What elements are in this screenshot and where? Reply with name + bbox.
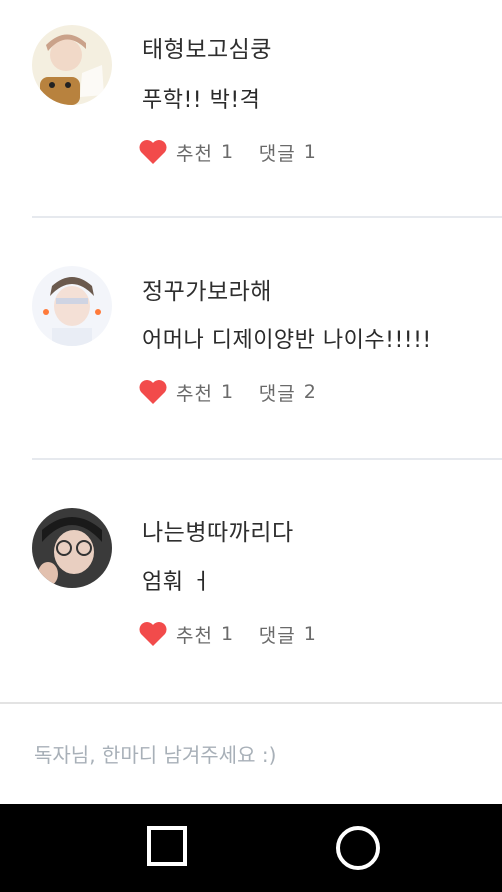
heart-icon[interactable] — [138, 138, 168, 166]
comment-meta: 추천 1 댓글 1 — [138, 138, 316, 166]
avatar[interactable] — [32, 508, 112, 588]
reply-label[interactable]: 댓글 — [259, 379, 296, 406]
heart-icon[interactable] — [138, 620, 168, 648]
reply-count: 1 — [303, 141, 316, 163]
circle-icon[interactable] — [336, 826, 380, 870]
like-count: 1 — [220, 623, 234, 645]
commenter-name[interactable]: 정꾸가보라해 — [142, 272, 272, 306]
reply-label[interactable]: 댓글 — [259, 621, 296, 648]
avatar[interactable] — [32, 25, 112, 105]
comment-input-bar — [0, 702, 502, 806]
system-navbar — [0, 804, 502, 892]
like-label[interactable]: 추천 — [176, 379, 213, 406]
reply-count: 2 — [303, 381, 316, 403]
comment-meta: 추천 1 댓글 2 — [138, 378, 316, 406]
square-icon[interactable] — [147, 826, 187, 866]
meta-separator — [243, 142, 249, 163]
comment-text: 푸학!! 박!격 — [142, 88, 261, 113]
commenter-name[interactable]: 태형보고심쿵 — [142, 30, 272, 64]
comment-item: 정꾸가보라해 어머나 디제이양반 나이수!!!!! 추천 1 댓글 2 — [0, 240, 502, 480]
divider — [32, 216, 502, 218]
comment-meta: 추천 1 댓글 1 — [138, 620, 316, 648]
commenter-name[interactable]: 나는병따까리다 — [142, 513, 294, 547]
like-count: 1 — [220, 141, 234, 163]
comment-text: 어머나 디제이양반 나이수!!!!! — [142, 328, 432, 353]
avatar[interactable] — [32, 266, 112, 346]
reply-label[interactable]: 댓글 — [259, 139, 296, 166]
divider — [32, 458, 502, 460]
heart-icon[interactable] — [138, 378, 168, 406]
comment-text: 엄훠 ㅓ — [142, 570, 212, 595]
comment-item: 나는병따까리다 엄훠 ㅓ 추천 1 댓글 1 — [0, 480, 502, 720]
comment-item: 태형보고심쿵 푸학!! 박!격 추천 1 댓글 1 — [0, 0, 502, 240]
meta-separator — [243, 624, 249, 645]
like-count: 1 — [220, 381, 234, 403]
like-label[interactable]: 추천 — [176, 621, 213, 648]
like-label[interactable]: 추천 — [176, 139, 213, 166]
reply-count: 1 — [303, 623, 316, 645]
meta-separator — [243, 382, 249, 403]
comment-input[interactable] — [32, 734, 466, 776]
